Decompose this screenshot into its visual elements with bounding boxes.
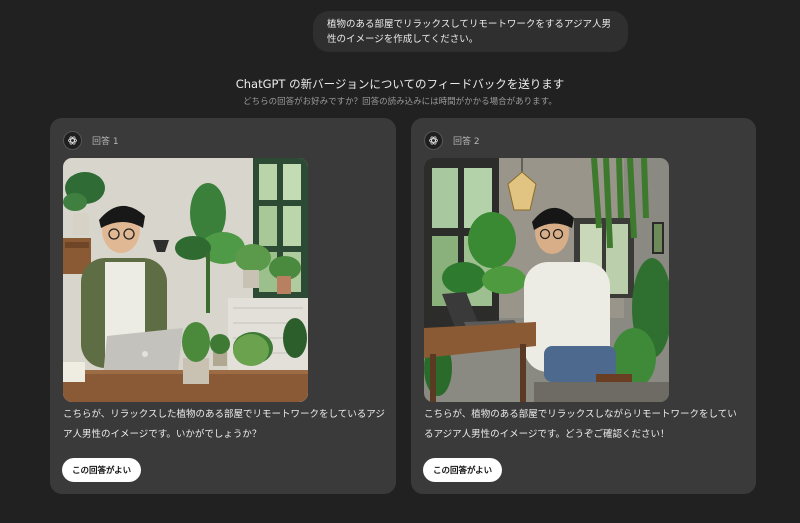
response-card-2: 回答 2 こちらが、植物のある部屋でリラックスしながらリモートワークをしているア… (411, 118, 756, 494)
feedback-subtitle: どちらの回答がお好みですか？回答の読み込みには時間がかかる場合があります。 (243, 97, 557, 107)
response-text: こちらが、植物のある部屋でリラックスしながらリモートワークをしているアジア人男性… (424, 409, 737, 440)
response-text: こちらが、リラックスした植物のある部屋でリモートワークをしているアジア人男性のイ… (63, 409, 385, 440)
openai-logo-icon (424, 131, 443, 150)
response-label: 回答 1 (92, 137, 119, 147)
openai-logo-icon (63, 131, 82, 150)
response-card-1: 回答 1 こちらが、リラックスした植物のある部屋でリモートワークをしているアジア… (50, 118, 396, 494)
feedback-title: ChatGPT の新バージョンについてのフィードバックを送ります (235, 77, 565, 91)
prefer-response-2-button[interactable]: この回答がよい (423, 458, 503, 482)
user-message-text: 植物のある部屋でリラックスしてリモートワークをするアジア人男性のイメージを作成し… (327, 19, 612, 45)
response-label: 回答 2 (453, 137, 480, 147)
prefer-response-1-button[interactable]: この回答がよい (62, 458, 142, 482)
user-message-bubble: 植物のある部屋でリラックスしてリモートワークをするアジア人男性のイメージを作成し… (313, 11, 628, 52)
generated-image-1[interactable] (63, 158, 308, 402)
generated-image-2[interactable] (424, 158, 669, 402)
